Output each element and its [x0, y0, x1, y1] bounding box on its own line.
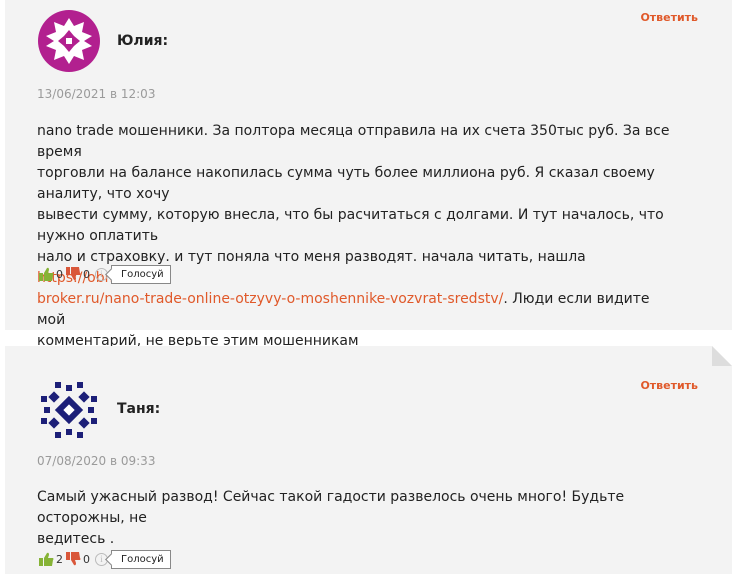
- reply-link[interactable]: Ответить: [640, 379, 698, 392]
- text-line: Самый ужасный развод! Сейчас такой гадос…: [37, 489, 625, 526]
- thumbs-up-icon[interactable]: [38, 266, 55, 282]
- thumbs-up-icon[interactable]: [38, 551, 55, 567]
- comment-link-continued[interactable]: broker.ru/nano-trade-online-otzyvy-o-mos…: [37, 291, 503, 307]
- text-line: nano trade мошенники. За полтора месяца …: [37, 123, 670, 160]
- text-line: вывести сумму, которую внесла, что бы ра…: [37, 207, 664, 244]
- text-line-part: нало и страховку. и тут поняла что меня …: [37, 249, 586, 265]
- comment-text: nano trade мошенники. За полтора месяца …: [37, 121, 677, 352]
- reply-link[interactable]: Ответить: [640, 11, 698, 24]
- text-line: торговли на балансе накопилась сумма чут…: [37, 165, 655, 202]
- like-count: 2: [56, 552, 63, 566]
- like-count: 0: [56, 267, 63, 281]
- thumbs-down-icon[interactable]: [65, 551, 82, 567]
- text-line: broker.ru/nano-trade-online-otzyvy-o-mos…: [37, 289, 677, 331]
- text-line: ведитесь .: [37, 531, 115, 547]
- author-name: Юлия:: [117, 33, 169, 49]
- vote-button[interactable]: Голосуй: [111, 549, 171, 569]
- comment-date: 13/06/2021 в 12:03: [37, 87, 156, 101]
- corner-fold: [712, 346, 732, 366]
- vote-bar: 0 0 i Голосуй: [38, 264, 171, 284]
- vote-bar: 2 0 i Голосуй: [38, 549, 171, 569]
- comment-card: Таня: Ответить 07/08/2020 в 09:33 Самый …: [5, 346, 732, 574]
- vote-button[interactable]: Голосуй: [111, 264, 171, 284]
- author-name: Таня:: [117, 401, 161, 417]
- avatar: [38, 10, 100, 72]
- comment-text: Самый ужасный развод! Сейчас такой гадос…: [37, 487, 677, 550]
- dislike-count: 0: [83, 267, 90, 281]
- comment-date: 07/08/2020 в 09:33: [37, 454, 156, 468]
- thumbs-down-icon[interactable]: [65, 266, 82, 282]
- comment-card: Юлия: Ответить 13/06/2021 в 12:03 nano t…: [5, 0, 732, 349]
- dislike-count: 0: [83, 552, 90, 566]
- avatar: [41, 382, 97, 438]
